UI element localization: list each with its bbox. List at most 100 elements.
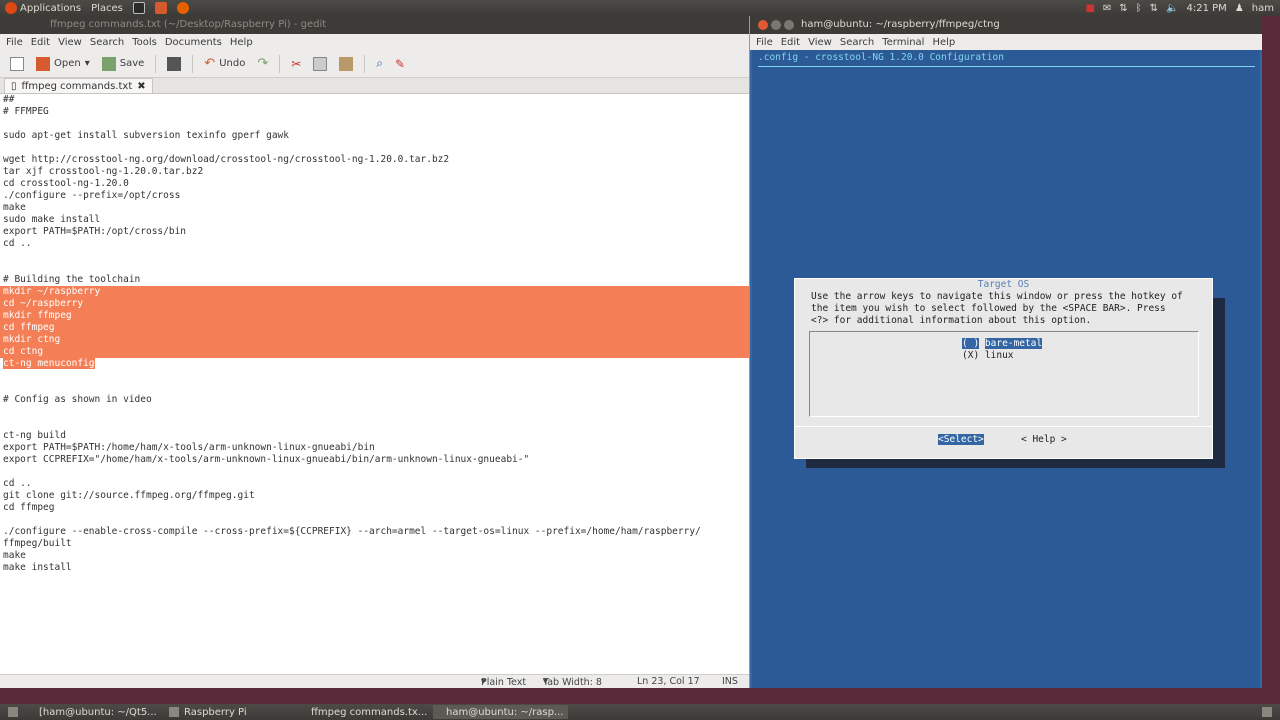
syntax-mode-selector[interactable]: Plain Text ▾ bbox=[481, 676, 526, 688]
dialog-instructions: Use the arrow keys to navigate this wind… bbox=[811, 291, 1183, 326]
menu-edit[interactable]: Edit bbox=[27, 37, 54, 48]
term-menu-edit[interactable]: Edit bbox=[777, 37, 804, 48]
maximize-window-button[interactable] bbox=[784, 20, 794, 30]
tab-ffmpeg-commands[interactable]: ▯ ffmpeg commands.txt ✖ bbox=[4, 78, 153, 93]
bottom-taskbar: [ham@ubuntu: ~/Qt5... Raspberry Pi ffmpe… bbox=[0, 704, 1280, 720]
find-button[interactable]: ⌕ bbox=[372, 53, 387, 75]
close-window-button[interactable] bbox=[758, 20, 768, 30]
menu-view[interactable]: View bbox=[54, 37, 86, 48]
cut-button[interactable]: ✂ bbox=[287, 53, 305, 75]
undo-label: Undo bbox=[219, 58, 246, 69]
editor-line: cd ~/raspberry bbox=[0, 298, 749, 310]
editor-line: ./configure --prefix=/opt/cross bbox=[3, 190, 181, 201]
network-updown-icon[interactable]: ⇅ bbox=[1150, 3, 1158, 14]
terminal-launcher[interactable] bbox=[128, 2, 150, 14]
select-button[interactable]: <Select> bbox=[938, 434, 984, 445]
terminal-screen[interactable]: .config - crosstool-NG 1.20.0 Configurat… bbox=[752, 50, 1260, 688]
copy-button[interactable] bbox=[309, 53, 331, 75]
dialog-divider bbox=[795, 426, 1212, 427]
term-menu-file[interactable]: File bbox=[752, 37, 777, 48]
toolbar-separator bbox=[279, 54, 281, 73]
ubuntu-logo-icon bbox=[5, 2, 17, 14]
bluetooth-icon[interactable]: ᛒ bbox=[1136, 3, 1142, 14]
text-editor[interactable]: ## # FFMPEG sudo apt-get install subversio… bbox=[0, 94, 749, 674]
task-gedit[interactable]: ffmpeg commands.tx... bbox=[298, 705, 433, 719]
tab-width-selector[interactable]: Tab Width: 8 ▾ bbox=[543, 676, 602, 688]
task-label: ffmpeg commands.tx... bbox=[311, 706, 428, 718]
task-raspberry-pi-folder[interactable]: Raspberry Pi bbox=[161, 705, 298, 719]
open-button[interactable]: Open ▾ bbox=[32, 53, 94, 75]
user-name[interactable]: ham bbox=[1252, 3, 1274, 14]
keyboard-icon[interactable]: ⇅ bbox=[1119, 3, 1127, 14]
option-bare-metal[interactable]: ( ) bare-metal bbox=[962, 338, 1043, 350]
places-menu[interactable]: Places bbox=[86, 3, 128, 14]
undo-button[interactable]: ↶ Undo bbox=[200, 53, 249, 75]
target-os-dialog: Target OS Use the arrow keys to navigate… bbox=[794, 278, 1213, 459]
desktop-icon bbox=[8, 707, 18, 717]
toolbar-separator bbox=[155, 54, 157, 73]
home-folder-icon bbox=[154, 2, 167, 14]
option-label: bare-metal bbox=[984, 338, 1043, 349]
new-document-button[interactable] bbox=[6, 53, 28, 75]
editor-line: cd .. bbox=[3, 478, 32, 489]
files-launcher[interactable] bbox=[150, 2, 172, 14]
term-menu-terminal[interactable]: Terminal bbox=[878, 37, 928, 48]
terminal-menubar: File Edit View Search Terminal Help bbox=[750, 34, 1262, 50]
clock[interactable]: 4:21 PM bbox=[1187, 3, 1227, 14]
term-menu-view[interactable]: View bbox=[804, 37, 836, 48]
new-document-icon bbox=[10, 56, 24, 71]
printer-icon bbox=[167, 56, 182, 71]
editor-line: make bbox=[3, 202, 26, 213]
menu-search[interactable]: Search bbox=[86, 37, 128, 48]
editor-line: ## bbox=[3, 94, 15, 105]
mail-icon[interactable]: ✉ bbox=[1103, 3, 1111, 14]
gedit-title-bar[interactable]: ffmpeg commands.txt (~/Desktop/Raspberry… bbox=[0, 16, 749, 34]
menu-documents[interactable]: Documents bbox=[161, 37, 226, 48]
trash-button[interactable] bbox=[1254, 705, 1280, 719]
redo-button[interactable]: ↷ bbox=[253, 53, 272, 75]
volume-icon[interactable]: 🔈 bbox=[1166, 3, 1178, 14]
redo-icon: ↷ bbox=[257, 56, 269, 71]
paste-icon bbox=[339, 56, 354, 71]
save-button[interactable]: Save bbox=[98, 53, 149, 75]
option-mark: (X) bbox=[962, 350, 980, 361]
gedit-menubar: File Edit View Search Tools Documents He… bbox=[0, 34, 749, 50]
menu-help[interactable]: Help bbox=[226, 37, 257, 48]
network-icon[interactable]: ■ bbox=[1085, 3, 1094, 14]
term-menu-help[interactable]: Help bbox=[928, 37, 959, 48]
applications-label: Applications bbox=[20, 2, 82, 14]
terminal-title-bar[interactable]: ham@ubuntu: ~/raspberry/ffmpeg/ctng bbox=[750, 16, 1262, 34]
menu-file[interactable]: File bbox=[2, 37, 27, 48]
toolbar-separator bbox=[364, 54, 366, 73]
editor-line: export PATH=$PATH:/home/ham/x-tools/arm-… bbox=[3, 442, 375, 453]
print-button[interactable] bbox=[163, 53, 185, 75]
firefox-launcher[interactable] bbox=[172, 2, 194, 14]
task-qt5-terminal[interactable]: [ham@ubuntu: ~/Qt5... bbox=[26, 705, 161, 719]
menu-tools[interactable]: Tools bbox=[128, 37, 161, 48]
terminal-window: ham@ubuntu: ~/raspberry/ffmpeg/ctng File… bbox=[750, 16, 1262, 688]
tab-label: ffmpeg commands.txt bbox=[21, 80, 133, 92]
toolbar-separator bbox=[192, 54, 194, 73]
help-button[interactable]: < Help > bbox=[1021, 434, 1067, 445]
replace-button[interactable]: ✎ bbox=[391, 53, 409, 75]
term-menu-search[interactable]: Search bbox=[836, 37, 878, 48]
editor-line: mkdir ~/raspberry bbox=[0, 286, 749, 298]
show-desktop-button[interactable] bbox=[0, 705, 26, 719]
option-linux[interactable]: (X) linux bbox=[962, 350, 1014, 362]
close-icon[interactable]: ✖ bbox=[137, 81, 145, 92]
chevron-down-icon[interactable]: ▾ bbox=[85, 58, 90, 69]
task-ctng-terminal[interactable]: ham@ubuntu: ~/rasp... bbox=[433, 705, 568, 719]
editor-line: ffmpeg/built bbox=[3, 538, 72, 549]
editor-line: cd ffmpeg bbox=[3, 502, 55, 513]
minimize-window-button[interactable] bbox=[771, 20, 781, 30]
paste-button[interactable] bbox=[335, 53, 357, 75]
applications-menu[interactable]: Applications bbox=[0, 2, 86, 14]
